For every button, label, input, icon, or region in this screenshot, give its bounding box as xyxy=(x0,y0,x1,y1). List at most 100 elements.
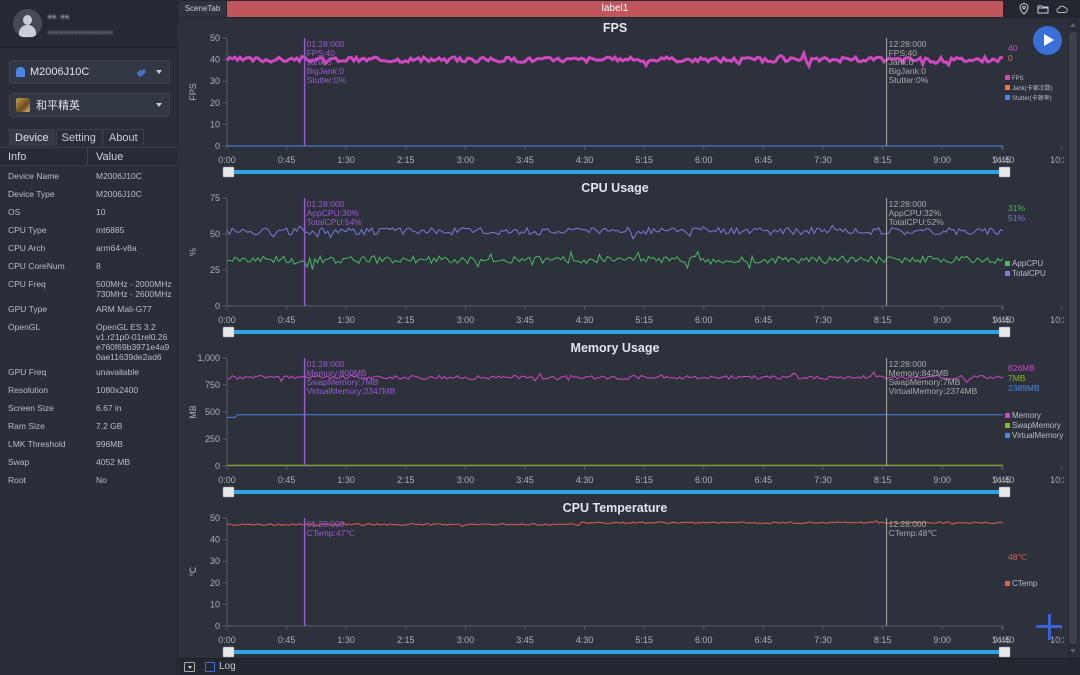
table-row: Screen Size 6.67 in xyxy=(0,398,178,416)
y-tick-label: 250 xyxy=(205,434,220,444)
range-slider-track[interactable] xyxy=(227,650,1003,654)
info-value: 1080x2400 xyxy=(96,385,139,395)
x-tick-label: 8:15 xyxy=(874,155,892,165)
user-profile[interactable]: ▪▪ ▪▪ ▪▪▪▪▪▪▪▪▪▪▪▪▪▪▪▪▪ xyxy=(0,0,178,48)
x-tick-label: 1:30 xyxy=(337,155,355,165)
x-tick-label: 2:15 xyxy=(397,635,415,645)
table-row: Ram Size 7.2 GB xyxy=(0,416,178,434)
chart-cpu: CPU Usage% 0 25 50 75 0:00 0:45 1:30 2:15 3:00 3:4… xyxy=(188,181,1064,338)
play-button[interactable] xyxy=(1033,26,1062,55)
info-key: Device Name xyxy=(8,171,60,181)
bottom-bar: Log xyxy=(179,658,1080,675)
avatar[interactable] xyxy=(13,9,42,38)
info-key: OpenGL xyxy=(8,322,41,332)
y-axis-label: FPS xyxy=(188,83,198,101)
scrollbar-thumb[interactable] xyxy=(1069,32,1077,644)
table-row: Device Name M2006J10C xyxy=(0,166,178,184)
x-tick-label: 2:15 xyxy=(397,475,415,485)
range-handle-end[interactable] xyxy=(998,486,1011,498)
collapse-button[interactable] xyxy=(184,662,195,672)
app-select-value: 和平精英 xyxy=(36,100,80,112)
tab-about[interactable]: About xyxy=(102,129,144,146)
range-handle-start[interactable] xyxy=(222,486,235,498)
x-tick-label: 9:00 xyxy=(933,155,951,165)
x-tick-label: 6:00 xyxy=(695,315,713,325)
location-pin-icon[interactable] xyxy=(1018,3,1030,15)
range-handle-end[interactable] xyxy=(998,646,1011,658)
x-tick-label: 0:00 xyxy=(218,635,236,645)
y-tick-label: 20 xyxy=(210,98,220,108)
legend-item: AppCPU xyxy=(1012,259,1043,268)
legend-item: CTemp xyxy=(1012,579,1038,588)
marker-readout: VirtualMemory:2347MB xyxy=(307,386,396,396)
marker-readout: Stutter:0% xyxy=(889,75,929,85)
sidebar-tabs: Device Setting About xyxy=(9,129,145,146)
x-tick-label: 10:30 xyxy=(1050,155,1064,165)
x-tick-label: 6:00 xyxy=(695,155,713,165)
y-axis-label: ℃ xyxy=(188,567,198,577)
marker-readout: TotalCPU:54% xyxy=(307,217,363,227)
x-tick-label: 7:30 xyxy=(814,155,832,165)
scroll-down-icon[interactable] xyxy=(1070,649,1076,653)
table-row: OpenGL OpenGL ES 3.2 v1.r21p0-01rel0.26 e… xyxy=(0,317,178,362)
tab-setting[interactable]: Setting xyxy=(55,129,102,146)
column-header-value[interactable]: Value xyxy=(88,148,123,165)
range-slider-track[interactable] xyxy=(227,170,1003,174)
chart-fps: FPS FPS 0 10 20 30 40 50 0:00 0:45 1:30 2:15 3:00 3:4… xyxy=(188,21,1064,178)
marker-readout: TotalCPU:52% xyxy=(889,217,945,227)
link-icon[interactable] xyxy=(136,67,147,78)
app-select[interactable]: 和平精英 xyxy=(9,93,170,117)
x-tick-label: 3:45 xyxy=(516,155,534,165)
vertical-scrollbar[interactable] xyxy=(1067,18,1079,658)
info-key: CPU Arch xyxy=(8,243,46,253)
info-key: LMK Threshold xyxy=(8,439,66,449)
x-tick-label: 4:30 xyxy=(576,155,594,165)
x-tick-label: 14:40 xyxy=(992,315,1015,325)
cloud-icon[interactable] xyxy=(1056,3,1068,15)
info-key: Screen Size xyxy=(8,403,54,413)
table-row: CPU Freq 500MHz - 2000MHz 730MHz - 2600MH… xyxy=(0,274,178,299)
range-handle-start[interactable] xyxy=(222,166,235,178)
range-handle-start[interactable] xyxy=(222,326,235,338)
x-tick-label: 0:45 xyxy=(278,635,296,645)
x-tick-label: 2:15 xyxy=(397,155,415,165)
log-checkbox[interactable] xyxy=(205,662,215,672)
info-key: CPU CoreNum xyxy=(8,261,65,271)
y-tick-label: 0 xyxy=(215,301,220,311)
add-chart-button[interactable] xyxy=(1036,614,1062,640)
range-slider-track[interactable] xyxy=(227,490,1003,494)
legend-swatch xyxy=(1005,271,1010,276)
table-header: Info Value xyxy=(0,147,178,166)
scene-tab[interactable]: SceneTab xyxy=(179,1,226,17)
scroll-up-icon[interactable] xyxy=(1070,23,1076,27)
info-key: Ram Size xyxy=(8,421,45,431)
info-value: OpenGL ES 3.2 v1.r21p0-01rel0.26 e760f69… xyxy=(96,322,170,362)
legend-item: Jank(卡顿次数) xyxy=(1012,84,1053,92)
chart-title: CPU Usage xyxy=(581,181,648,195)
device-select[interactable]: M2006J10C xyxy=(9,60,170,84)
y-tick-label: 75 xyxy=(210,193,220,203)
x-tick-label: 6:00 xyxy=(695,475,713,485)
tab-device[interactable]: Device xyxy=(9,129,55,146)
table-row: LMK Threshold 996MB xyxy=(0,434,178,452)
android-icon xyxy=(16,67,25,77)
folder-icon[interactable] xyxy=(1037,3,1049,15)
main-panel: SceneTab label1 FPS FPS 0 10 20 30 40 50 0:00 0:4… xyxy=(179,0,1080,675)
x-tick-label: 1:30 xyxy=(337,475,355,485)
range-handle-start[interactable] xyxy=(222,646,235,658)
x-tick-label: 0:00 xyxy=(218,155,236,165)
column-header-info[interactable]: Info xyxy=(0,148,88,165)
info-value: 8 xyxy=(96,261,101,271)
range-handle-end[interactable] xyxy=(998,166,1011,178)
range-slider-track[interactable] xyxy=(227,330,1003,334)
label-tab[interactable]: label1 xyxy=(227,1,1003,17)
log-label: Log xyxy=(219,661,236,672)
y-tick-label: 30 xyxy=(210,76,220,86)
user-name: ▪▪ ▪▪ xyxy=(48,12,70,23)
range-handle-end[interactable] xyxy=(998,326,1011,338)
x-tick-label: 7:30 xyxy=(814,635,832,645)
table-row: GPU Freq unavailable xyxy=(0,362,178,380)
x-tick-label: 5:15 xyxy=(635,635,653,645)
info-value: 7.2 GB xyxy=(96,421,123,431)
sidebar: ▪▪ ▪▪ ▪▪▪▪▪▪▪▪▪▪▪▪▪▪▪▪▪ M2006J10C 和平精英 D… xyxy=(0,0,178,675)
